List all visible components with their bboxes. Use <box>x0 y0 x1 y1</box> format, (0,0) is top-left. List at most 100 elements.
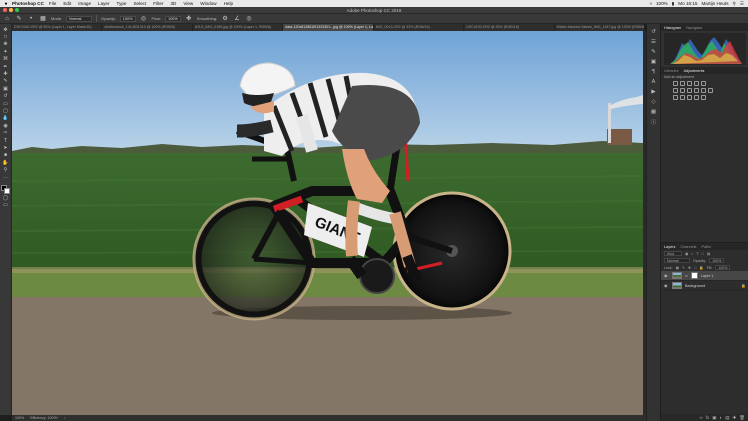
brush-tool-preset-icon[interactable]: ✎ <box>15 15 23 22</box>
layer-thumbnail[interactable] <box>672 282 682 289</box>
layer-filter-kind[interactable]: Kind <box>664 251 682 256</box>
zoom-level[interactable]: 100% <box>15 416 24 420</box>
link-icon[interactable]: ∞ <box>685 274 688 278</box>
brightness-contrast-icon[interactable] <box>673 81 678 86</box>
add-mask-icon[interactable]: ▣ <box>712 415 716 421</box>
filter-smart-object-icon[interactable]: ▤ <box>707 252 710 256</box>
visibility-eye-icon[interactable]: ◉ <box>664 273 669 278</box>
filter-pixel-icon[interactable]: ▣ <box>685 252 688 256</box>
dodge-tool-icon[interactable]: ◉ <box>2 123 10 129</box>
brush-settings-panel-icon[interactable]: ✎ <box>650 48 658 55</box>
actions-panel-icon[interactable]: ▶ <box>650 88 658 95</box>
document-tab[interactable]: AYL5_IMG_0165.jpg @ 100% (Layer 1, RGB/8… <box>192 24 284 31</box>
menu-file[interactable]: File <box>49 1 56 6</box>
brush-settings-icon[interactable]: ▦ <box>39 15 47 22</box>
clone-stamp-tool-icon[interactable]: ▣ <box>2 86 10 92</box>
document-tab[interactable]: Wilder-tracked-Yatzee_IMG_1187.jpg @ 100… <box>554 24 645 31</box>
color-swatches[interactable] <box>1 185 10 195</box>
menu-layer[interactable]: Layer <box>98 1 110 6</box>
menu-help[interactable]: Help <box>224 1 233 6</box>
document-tab-active[interactable]: data-120x612881f01333301...jpg @ 100% (L… <box>283 24 374 31</box>
airbrush-icon[interactable]: ✤ <box>185 15 193 22</box>
black-white-icon[interactable] <box>687 88 692 93</box>
visibility-eye-icon[interactable]: ◉ <box>664 283 669 288</box>
lock-transparent-icon[interactable]: ▦ <box>676 266 679 270</box>
home-icon[interactable]: ⌂ <box>3 15 11 22</box>
levels-icon[interactable] <box>680 81 685 86</box>
filter-type-icon[interactable]: T <box>697 252 699 256</box>
clone-source-panel-icon[interactable]: ▣ <box>650 58 658 65</box>
history-brush-tool-icon[interactable]: ↺ <box>2 94 10 100</box>
document-tab[interactable]: DSC4193.CR2 @ 25% (RGB/16) <box>464 24 555 31</box>
blur-tool-icon[interactable]: 💧 <box>2 116 10 122</box>
filter-adjustment-icon[interactable]: ◐ <box>691 252 693 256</box>
menu-list-icon[interactable]: ☰ <box>740 1 744 7</box>
info-panel-icon[interactable]: ⓘ <box>650 118 658 126</box>
posterize-icon[interactable] <box>680 95 685 100</box>
document-tab[interactable]: DSC0262.CR2 @ 50% (Layer 1, Layer Mask/1… <box>12 24 103 31</box>
menu-select[interactable]: Select <box>133 1 146 6</box>
pressure-size-icon[interactable]: ◎ <box>245 15 253 22</box>
styles-panel-icon[interactable]: ◇ <box>650 98 658 105</box>
fill-field[interactable]: 100% <box>715 265 731 270</box>
menu-view[interactable]: View <box>183 1 193 6</box>
tab-adjustments[interactable]: Adjustments <box>684 69 705 73</box>
tab-layers[interactable]: Layers <box>664 245 675 249</box>
threshold-icon[interactable] <box>687 95 692 100</box>
layer-style-icon[interactable]: fx <box>706 415 710 420</box>
document-info[interactable]: Efficiency: 100%* <box>30 416 58 420</box>
menu-edit[interactable]: Edit <box>63 1 71 6</box>
chevron-right-icon[interactable]: › <box>64 416 65 420</box>
swatches-panel-icon[interactable]: ▦ <box>650 108 658 115</box>
menu-image[interactable]: Image <box>78 1 91 6</box>
layer-name[interactable]: Background <box>685 284 705 288</box>
background-color-swatch[interactable] <box>4 188 10 195</box>
new-layer-icon[interactable]: ✚ <box>733 415 737 421</box>
eraser-tool-icon[interactable]: ▭ <box>2 101 10 107</box>
menu-filter[interactable]: Filter <box>153 1 163 6</box>
smoothing-settings-icon[interactable]: ⚙ <box>221 15 229 22</box>
pen-tool-icon[interactable]: ✑ <box>2 130 10 136</box>
path-selection-tool-icon[interactable]: ➤ <box>2 145 10 151</box>
blend-mode-select[interactable]: Normal <box>664 258 690 263</box>
paragraph-panel-icon[interactable]: ¶ <box>650 68 658 75</box>
opacity-field[interactable]: 100% <box>119 15 136 22</box>
exposure-icon[interactable] <box>694 81 699 86</box>
lock-image-icon[interactable]: ✎ <box>682 266 685 270</box>
flow-field[interactable]: 100% <box>165 15 181 22</box>
filter-shape-icon[interactable]: □ <box>702 252 704 256</box>
menu-window[interactable]: Window <box>200 1 216 6</box>
color-balance-icon[interactable] <box>680 88 685 93</box>
lock-position-icon[interactable]: ✥ <box>688 266 691 270</box>
brush-size-icon[interactable]: • <box>27 15 35 22</box>
properties-panel-icon[interactable]: ☰ <box>650 38 658 45</box>
gradient-map-icon[interactable] <box>694 95 699 100</box>
quick-select-tool-icon[interactable]: ✦ <box>2 49 10 55</box>
document-tab[interactable]: IMG_0013.CR2 @ 33% (RGB/16) <box>373 24 465 31</box>
tab-libraries[interactable]: Libraries <box>664 69 679 73</box>
hue-saturation-icon[interactable] <box>673 88 678 93</box>
tab-channels[interactable]: Channels <box>680 245 696 249</box>
battery-level[interactable]: 100% <box>656 1 668 6</box>
healing-brush-tool-icon[interactable]: ✚ <box>2 71 10 77</box>
app-menu[interactable]: Photoshop CC <box>12 1 44 6</box>
invert-icon[interactable] <box>673 95 678 100</box>
layer-thumbnail[interactable] <box>672 272 682 279</box>
color-lookup-icon[interactable] <box>708 88 713 93</box>
move-tool-icon[interactable]: ✥ <box>2 27 10 33</box>
mode-select[interactable]: Normal <box>66 15 93 22</box>
screen-mode-icon[interactable]: ▭ <box>2 203 10 209</box>
selective-color-icon[interactable] <box>701 95 706 100</box>
photo-filter-icon[interactable] <box>694 88 699 93</box>
menu-3d[interactable]: 3D <box>170 1 176 6</box>
hand-tool-icon[interactable]: ✋ <box>2 160 10 166</box>
brush-tool-icon[interactable]: ✎ <box>2 79 10 85</box>
layer-name[interactable]: Layer 1 <box>701 274 714 278</box>
history-panel-icon[interactable]: ↺ <box>650 28 658 35</box>
new-group-icon[interactable]: ▤ <box>725 415 729 421</box>
character-panel-icon[interactable]: A <box>650 78 658 85</box>
lasso-tool-icon[interactable]: ❀ <box>2 42 10 48</box>
channel-mixer-icon[interactable] <box>701 88 706 93</box>
delete-layer-icon[interactable]: 🗑 <box>739 415 745 421</box>
vibrance-icon[interactable] <box>701 81 706 86</box>
